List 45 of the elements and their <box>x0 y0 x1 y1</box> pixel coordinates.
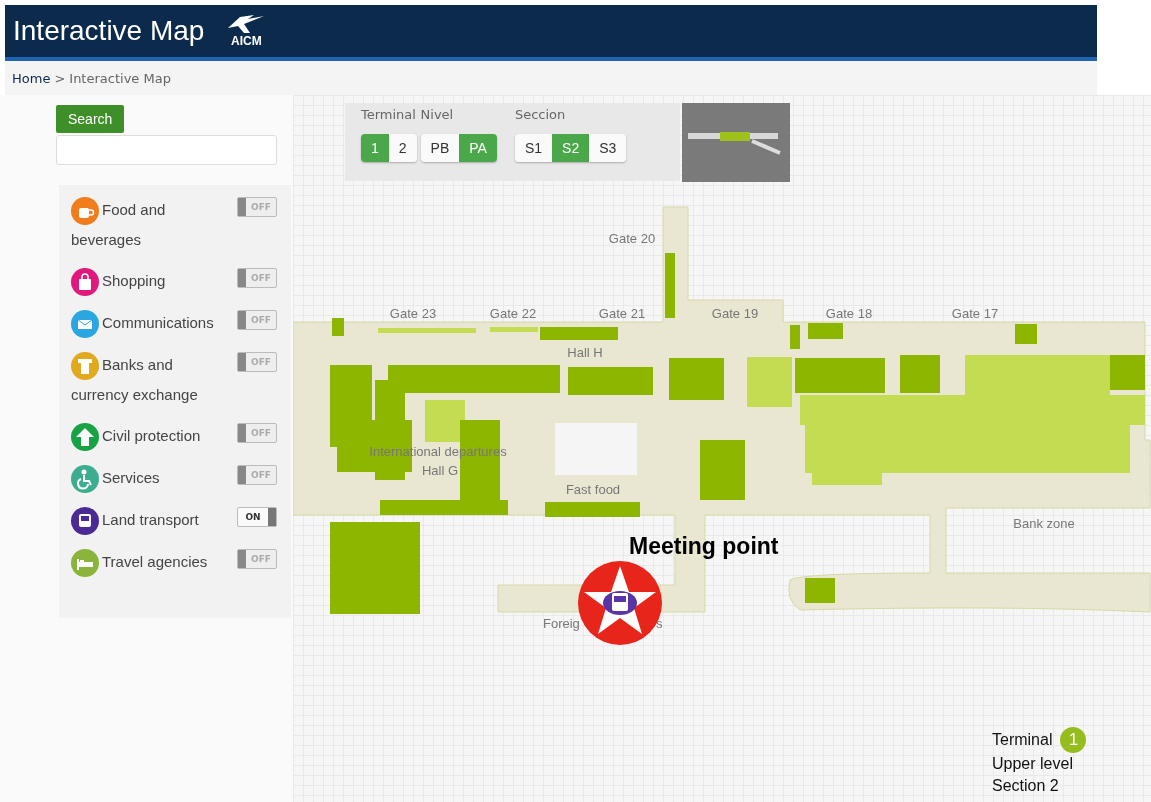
map-label: Gate 22 <box>489 306 537 321</box>
search-button[interactable]: Search <box>56 105 125 133</box>
selector-label: Seccion <box>514 107 567 122</box>
map-label: Hall G <box>421 463 459 478</box>
selector-option[interactable]: PB <box>420 134 460 162</box>
map-label: Gate 19 <box>711 306 759 321</box>
legend-level: Upper level <box>992 754 1074 774</box>
page-title: Interactive Map <box>13 15 205 47</box>
map-label: Bank zone <box>1013 516 1075 531</box>
category-label[interactable]: Communications <box>71 308 229 339</box>
breadcrumb-separator: > <box>54 70 66 86</box>
selector-label: Terminal <box>361 107 417 122</box>
toggle-switch[interactable]: ON <box>237 507 277 528</box>
legend-terminal-label: Terminal <box>992 730 1053 750</box>
map-label: Gate 20 <box>608 231 656 246</box>
map-overview-thumbnail[interactable] <box>682 103 790 182</box>
logo-text: AICM <box>231 34 262 48</box>
category-label[interactable]: Shopping <box>71 266 229 297</box>
terminal-number-badge: 1 <box>1060 727 1087 753</box>
map-label: Gate 23 <box>389 306 437 321</box>
map-label: Fast food <box>565 482 621 497</box>
meeting-point-label: Meeting point <box>629 533 779 559</box>
logo[interactable]: AICM <box>226 14 267 48</box>
map-label: Gate 17 <box>951 306 999 321</box>
category-label[interactable]: Banks and currency exchange <box>71 350 229 410</box>
category-label[interactable]: Travel agencies <box>71 547 229 578</box>
legend-section: Section 2 <box>992 775 1087 797</box>
selector-label: Nivel <box>420 107 455 122</box>
category-label[interactable]: Food and beverages <box>71 195 229 255</box>
home-link[interactable]: Home <box>12 70 51 86</box>
category-label[interactable]: Services <box>71 463 229 494</box>
selector-option[interactable]: S3 <box>589 134 627 162</box>
map-label: Gate 21 <box>598 306 646 321</box>
category-label[interactable]: Civil protection <box>71 421 229 452</box>
selector-option[interactable]: 2 <box>388 134 417 162</box>
map-label: Gate 18 <box>825 306 873 321</box>
breadcrumb-current: Interactive Map <box>69 70 171 86</box>
map-label: Hall H <box>567 345 603 360</box>
map-label: Foreig <box>543 616 580 631</box>
category-label[interactable]: Land transport <box>71 505 229 536</box>
meeting-point-marker-icon[interactable] <box>578 561 662 645</box>
map-canvas[interactable] <box>293 95 1151 802</box>
selector-option[interactable]: S1 <box>514 134 553 162</box>
map-label: s <box>656 616 663 631</box>
search-field[interactable] <box>56 135 277 165</box>
